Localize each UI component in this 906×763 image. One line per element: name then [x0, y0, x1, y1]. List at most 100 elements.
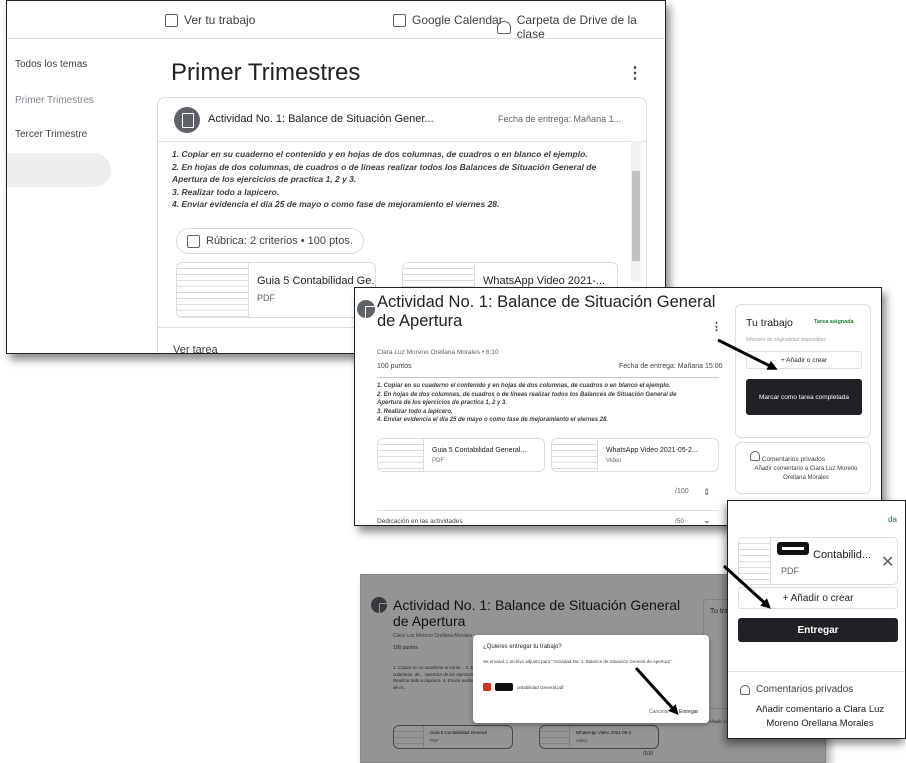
score-stepper-icon[interactable]: ⇕ [703, 487, 711, 498]
instruction-line: 1. Copiar en su cuaderno el contenido y … [172, 149, 588, 159]
assignment-status: Tarea asignada [814, 319, 854, 325]
your-work-title: Tu trabajo [746, 317, 793, 329]
instruction-line: Apertura de los ejercicios de practica 1… [172, 174, 357, 184]
instruction-line: 2. En hojas de dos columnas, de cuadros … [377, 391, 677, 398]
drive-folder-link[interactable]: Carpeta de Drive de la clase [497, 13, 665, 41]
instruction-line: 3. Realizar todo a lapicero. [377, 408, 453, 415]
attachment-name: Guia 5 Contabilidad Ge... [257, 275, 376, 287]
google-calendar-link[interactable]: Google Calendar [393, 13, 503, 27]
add-private-comment-link[interactable]: Añadir comentario a Clara Luz Moreno Ore… [750, 465, 862, 483]
redaction-box [495, 683, 513, 691]
criterion-label: Dedicación en las actividades [377, 518, 463, 525]
divider [728, 671, 905, 672]
turn-in-button[interactable]: Entregar [738, 618, 898, 642]
rubric-criterion-row[interactable]: Dedicación en las actividades /50 ⌄ [377, 510, 719, 525]
assignment-due-date: Fecha de entrega: Mañana 1... [498, 114, 622, 124]
assignment-points: 100 puntos [377, 363, 412, 370]
turn-in-panel: da Contabilid... PDF ✕ + Añadir o crear … [727, 500, 906, 739]
dialog-message: Se enviará 1 archivo adjunto para "Activ… [483, 659, 673, 664]
class-topbar: Ver tu trabajo Google Calendar Carpeta d… [7, 1, 665, 41]
assignment-icon [174, 107, 200, 133]
instructions-scrollbar[interactable] [631, 141, 641, 281]
private-comments-title: Comentarios privados [750, 451, 825, 463]
criterion-score: /50 [675, 518, 685, 525]
private-comments-label: Comentarios privados [761, 456, 826, 463]
private-comments-title: Comentarios privados [740, 684, 853, 695]
instruction-line: 1. Copiar en su cuaderno el contenido y … [377, 383, 671, 389]
rubric-icon [187, 234, 200, 248]
attachment-thumbnail [552, 439, 598, 471]
sidebar-item-tercer-trimestre[interactable]: Tercer Trimestre [15, 129, 87, 140]
assignment-author: Clara Luz Moreno Orellana Morales • 6:10 [377, 349, 499, 356]
cancel-button[interactable]: Cancelar [649, 709, 669, 715]
rubric-chip[interactable]: Rúbrica: 2 criterios • 100 ptos. [176, 228, 364, 254]
instruction-line: 3. Realizar todo a lapicero. [172, 186, 280, 197]
originality-note: Informes de originalidad disponibles [746, 337, 826, 343]
private-comments-card: Comentarios privados Añadir comentario a… [735, 442, 871, 494]
total-score: /100 [675, 488, 689, 495]
add-or-create-button[interactable]: + Añadir o crear [746, 351, 862, 369]
instruction-line: 4. Enviar evidencia el día 25 de mayo o … [377, 417, 609, 423]
person-icon [740, 684, 750, 695]
attachment-pdf[interactable]: Guia 5 Contabilidad General... PDF [377, 438, 545, 472]
rubric-label: Rúbrica: 2 criterios • 100 ptos. [206, 235, 353, 247]
submit-button[interactable]: Entregar [679, 709, 698, 715]
sidebar-active-highlight [7, 153, 111, 187]
divider [377, 377, 719, 378]
assignment-detail-panel: Actividad No. 1: Balance de Situación Ge… [354, 287, 882, 526]
attached-file-card[interactable]: Contabilid... PDF ✕ [738, 537, 898, 585]
submit-confirmation-dialog: ¿Quieres entregar tu trabajo? Se enviará… [473, 635, 709, 723]
assignment-status: da [888, 515, 897, 524]
topic-title: Primer Trimestres [171, 59, 361, 86]
drive-icon [497, 20, 511, 34]
remove-file-close-icon[interactable]: ✕ [881, 552, 894, 572]
instruction-line: Apertura de los ejercicios de practica 1… [377, 400, 508, 406]
mark-as-done-button[interactable]: Marcar como tarea completada [746, 379, 862, 415]
private-comments-label: Comentarios privados [756, 684, 854, 695]
assignment-instructions: 1. Copiar en su cuaderno el contenido y … [172, 148, 628, 211]
drive-folder-label: Carpeta de Drive de la clase [516, 13, 637, 41]
assignment-person-icon [165, 13, 178, 27]
attachment-name: Guia 5 Contabilidad General... [432, 447, 527, 454]
instruction-line: 2. En hojas de dos columnas, de cuadros … [172, 161, 597, 172]
assignment-more-options-icon[interactable]: ⋮ [711, 320, 722, 333]
attachment-video[interactable]: WhatsApp Video 2021-05-2... Video [551, 438, 719, 472]
add-private-comment-link[interactable]: Añadir comentario a Clara Luz Moreno Ore… [740, 703, 900, 731]
pdf-icon [483, 683, 491, 691]
instruction-line: 4. Enviar evidencia el día 25 de mayo o … [172, 199, 500, 209]
attachment-thumbnail [378, 439, 424, 471]
redaction-box [777, 542, 809, 555]
file-thumbnail [739, 538, 771, 584]
sidebar-item-primer-trimestres[interactable]: Primer Trimestres [15, 95, 94, 106]
view-work-link[interactable]: Ver tu trabajo [165, 13, 255, 27]
assignment-due-date: Fecha de entrega: Mañana 15:00 [619, 363, 723, 370]
your-work-card: Tu trabajo Tarea asignada Informes de or… [735, 304, 871, 438]
person-icon [750, 451, 760, 461]
assignment-card-header[interactable]: Actividad No. 1: Balance de Situación Ge… [158, 98, 646, 142]
attachment-thumbnail [177, 263, 249, 317]
view-task-link[interactable]: Ver tarea [173, 344, 218, 353]
attached-file-name: ontabilidad General.pdf [517, 684, 564, 690]
chevron-down-icon[interactable]: ⌄ [703, 515, 711, 525]
attached-file-type: PDF [781, 566, 799, 576]
assignment-icon [357, 300, 377, 321]
sidebar-item-all-topics[interactable]: Todos los temas [15, 59, 87, 70]
dialog-title: ¿Quieres entregar tu trabajo? [483, 644, 562, 650]
attachment-type: PDF [432, 458, 444, 464]
scrollbar-thumb[interactable] [632, 171, 640, 261]
attached-file-name: Contabilid... [813, 549, 872, 561]
attachment-name: WhatsApp Video 2021-05-2... [606, 447, 698, 454]
attachment-pdf[interactable]: Guia 5 Contabilidad Ge... PDF [176, 262, 376, 318]
assignment-title: Actividad No. 1: Balance de Situación Ge… [208, 113, 434, 125]
assignment-title: Actividad No. 1: Balance de Situación Ge… [377, 293, 716, 330]
add-or-create-button[interactable]: + Añadir o crear [738, 587, 898, 609]
topic-more-options-icon[interactable]: ⋮ [627, 63, 643, 83]
view-work-label: Ver tu trabajo [184, 13, 256, 27]
topics-sidebar: Todos los temas Primer Trimestres Tercer… [7, 39, 117, 353]
attached-file: ontabilidad General.pdf [483, 683, 564, 691]
google-calendar-label: Google Calendar [412, 13, 503, 27]
assignment-instructions: 1. Copiar en su cuaderno el contenido y … [377, 382, 719, 425]
calendar-icon [393, 13, 406, 27]
attachment-type: PDF [257, 293, 275, 303]
attachment-type: Video [606, 458, 622, 464]
